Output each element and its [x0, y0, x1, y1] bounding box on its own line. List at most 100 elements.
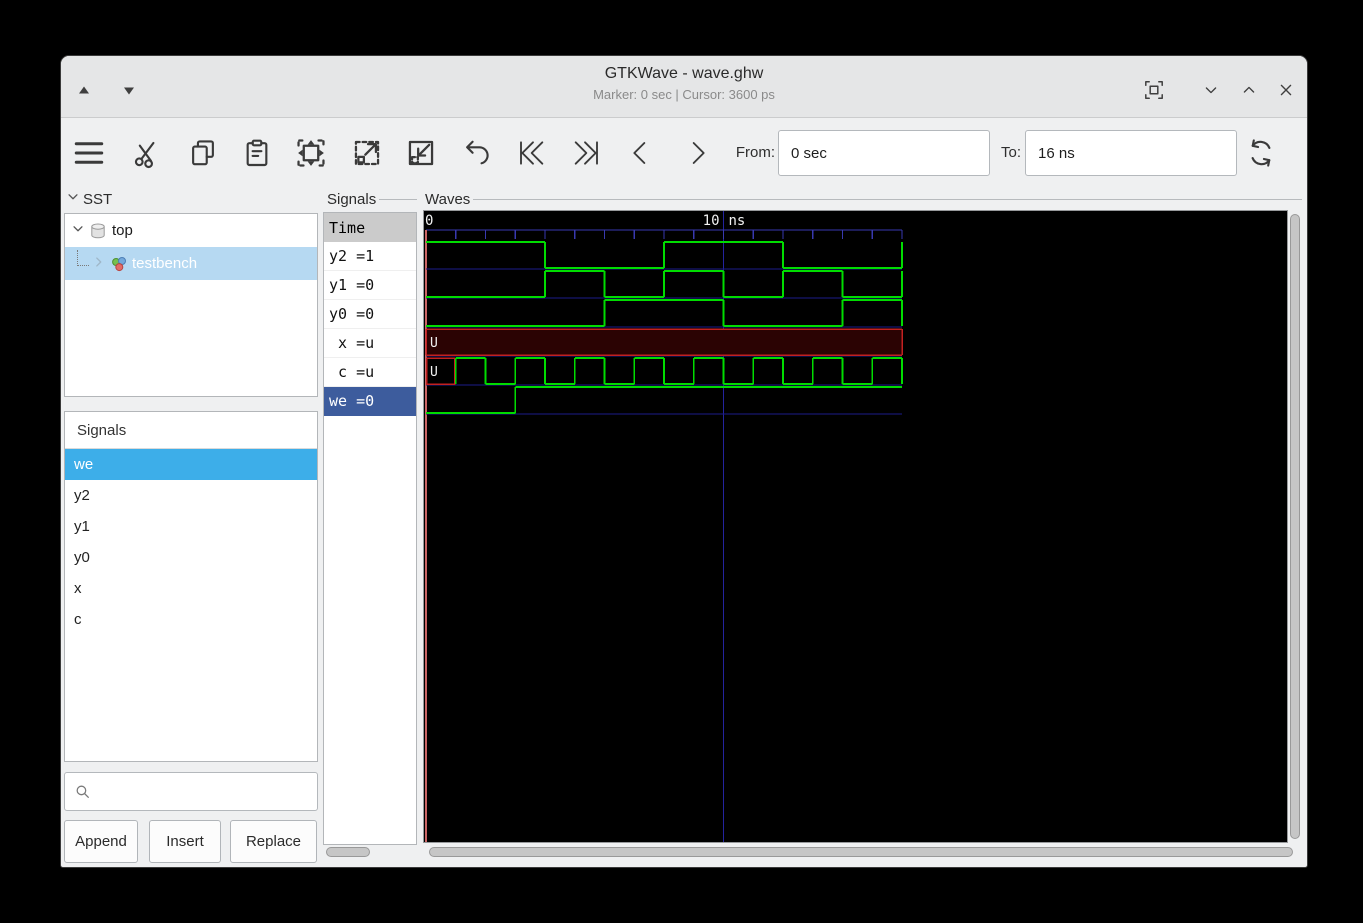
search-icon [74, 783, 91, 800]
reload-icon [1245, 137, 1277, 169]
menu-button[interactable] [69, 133, 109, 173]
to-input[interactable] [1025, 130, 1237, 176]
chevron-left-icon [625, 137, 657, 169]
next-edge-button[interactable] [677, 133, 717, 173]
waveform-display: 0 10 ns UU [424, 211, 1287, 842]
shade-down-button[interactable] [116, 77, 142, 103]
waves-frame-label: Waves [425, 189, 1302, 209]
append-button[interactable]: Append [64, 820, 138, 863]
module-icon [110, 255, 128, 273]
svg-text:U: U [430, 336, 438, 351]
close-icon [1275, 79, 1297, 101]
waves-panel-title: Waves [425, 191, 470, 208]
signal-value-row[interactable]: y2 =1 [324, 242, 416, 271]
signal-value-row[interactable]: y0 =0 [324, 300, 416, 329]
time-column-header[interactable]: Time [324, 213, 416, 242]
signal-list-item[interactable]: c [65, 604, 317, 635]
to-label: To: [993, 144, 1021, 161]
signal-value-row[interactable]: x =u [324, 329, 416, 358]
skip-to-start-icon [515, 137, 547, 169]
clipboard-paste-icon [241, 137, 273, 169]
undo-button[interactable] [457, 133, 497, 173]
tree-expander-open[interactable] [71, 222, 85, 240]
triangle-down-icon [121, 82, 137, 98]
zoom-in-icon [350, 136, 384, 170]
gtkwave-window: GTKWave - wave.ghw Marker: 0 sec | Curso… [60, 55, 1308, 868]
wave-canvas[interactable]: 0 10 ns UU [424, 211, 1287, 842]
triangle-up-icon [76, 82, 92, 98]
chevron-right-icon [681, 137, 713, 169]
shade-up-button[interactable] [71, 77, 97, 103]
seek-start-button[interactable] [511, 133, 551, 173]
insert-button[interactable]: Insert [149, 820, 221, 863]
close-button[interactable] [1273, 77, 1299, 103]
svg-text:10: 10 [703, 213, 720, 229]
frame-line [473, 199, 1302, 200]
svg-text:ns: ns [729, 213, 746, 229]
cut-button[interactable] [127, 133, 167, 173]
fullscreen-button[interactable] [1141, 77, 1167, 103]
signal-list-item[interactable]: we [65, 449, 317, 480]
zoom-out-button[interactable] [401, 133, 441, 173]
from-input[interactable] [778, 130, 990, 176]
zoom-fit-icon [294, 136, 328, 170]
tree-expander-closed[interactable] [92, 255, 106, 273]
from-label: From: [723, 144, 775, 161]
sst-signals-list: Signals we y2 y1 y0 x c [64, 411, 318, 762]
chevron-down-icon [1200, 79, 1222, 101]
maximize-button[interactable] [1236, 77, 1262, 103]
window-title: GTKWave - wave.ghw [261, 65, 1107, 83]
zoom-in-button[interactable] [347, 133, 387, 173]
signals-frame-label: Signals [327, 189, 417, 209]
signal-search-box [64, 772, 318, 811]
titlebar: GTKWave - wave.ghw Marker: 0 sec | Curso… [61, 56, 1307, 118]
sst-collapse-expander[interactable] [66, 190, 80, 208]
screen: { "window": { "title": "GTKWave - wave.g… [0, 0, 1363, 923]
titlebar-text: GTKWave - wave.ghw Marker: 0 sec | Curso… [261, 65, 1107, 102]
signal-values-panel: Time y2 =1 y1 =0 y0 =0 x =u c =u we =0 [323, 212, 417, 845]
sst-tree: top testbench [64, 213, 318, 397]
signal-list-item[interactable]: y0 [65, 542, 317, 573]
tree-connector [77, 250, 89, 266]
reload-button[interactable] [1241, 133, 1281, 173]
scissors-icon [131, 137, 163, 169]
copy-button[interactable] [183, 133, 223, 173]
undo-icon [461, 137, 493, 169]
minimize-button[interactable] [1198, 77, 1224, 103]
signal-value-row-selected[interactable]: we =0 [324, 387, 416, 416]
chevron-right-icon [92, 255, 106, 269]
waves-vscrollbar[interactable] [1290, 214, 1300, 839]
paste-button[interactable] [237, 133, 277, 173]
sst-frame-label: SST [66, 189, 112, 209]
database-icon [89, 222, 107, 240]
copy-icon [187, 137, 219, 169]
chevron-up-icon [1238, 79, 1260, 101]
chevron-down-icon [71, 222, 85, 236]
titlebar-status: Marker: 0 sec | Cursor: 3600 ps [261, 87, 1107, 102]
svg-text:0: 0 [425, 213, 433, 229]
signal-value-row[interactable]: c =u [324, 358, 416, 387]
tree-node-top[interactable]: top [65, 214, 317, 247]
zoom-out-icon [404, 136, 438, 170]
chevron-down-icon [66, 190, 80, 204]
prev-edge-button[interactable] [621, 133, 661, 173]
hamburger-menu-icon [72, 136, 106, 170]
signal-value-row[interactable]: y1 =0 [324, 271, 416, 300]
signal-list-item[interactable]: y1 [65, 511, 317, 542]
signals-column-header: Signals [65, 412, 317, 449]
tree-node-label: top [112, 222, 133, 239]
tree-node-label: testbench [132, 255, 197, 272]
waves-hscrollbar[interactable] [429, 847, 1293, 857]
search-input[interactable] [97, 782, 317, 801]
signals-panel-hscrollbar[interactable] [326, 847, 370, 857]
signal-list-item[interactable]: y2 [65, 480, 317, 511]
svg-text:U: U [430, 365, 438, 380]
skip-to-end-icon [571, 137, 603, 169]
fullscreen-icon [1142, 78, 1166, 102]
frame-line [379, 199, 417, 200]
tree-node-testbench[interactable]: testbench [65, 247, 317, 280]
seek-end-button[interactable] [567, 133, 607, 173]
zoom-fit-button[interactable] [291, 133, 331, 173]
replace-button[interactable]: Replace [230, 820, 317, 863]
signal-list-item[interactable]: x [65, 573, 317, 604]
